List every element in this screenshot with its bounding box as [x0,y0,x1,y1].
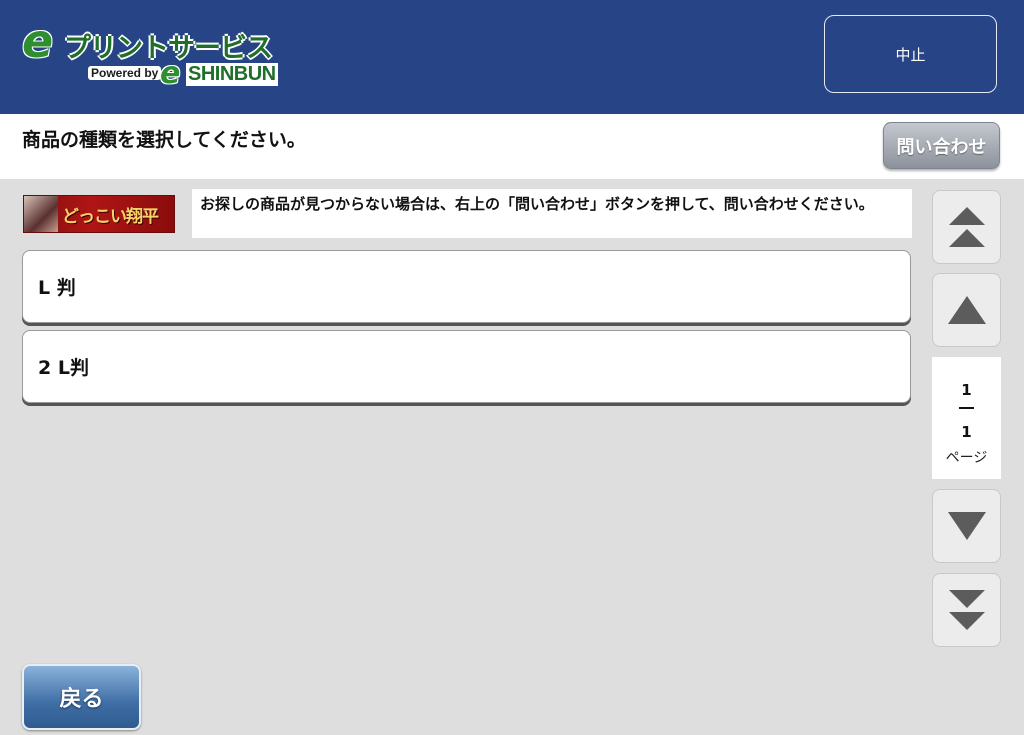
logo-e-mark-small: e [160,56,181,91]
page-divider [959,407,974,409]
page-indicator: 1 1 ページ [932,357,1001,479]
item-label: 2 L判 [38,357,89,379]
item-button-2l-size[interactable]: 2 L判 [22,330,911,403]
double-up-arrow-icon [948,207,985,247]
logo-brand: SHINBUN [186,63,278,86]
up-arrow-icon [947,296,986,324]
logo-e-mark: e [22,14,54,68]
instruction-bar: 商品の種類を選択してください。 問い合わせ [0,114,1024,179]
header: e プリントサービス Powered by e SHINBUN 中止 [0,0,1024,114]
cancel-button[interactable]: 中止 [824,15,997,93]
inquiry-button[interactable]: 問い合わせ [883,122,1000,169]
ad-banner[interactable]: どっこい翔平 [23,195,175,233]
double-down-arrow-icon [948,590,985,630]
logo-powered-by: Powered by [88,66,162,80]
item-label: L 判 [38,277,76,299]
current-page: 1 [961,381,972,399]
first-page-button[interactable] [932,190,1001,264]
down-arrow-icon [947,512,986,540]
page-unit: ページ [945,450,988,466]
notice-text: お探しの商品が見つからない場合は、右上の「問い合わせ」ボタンを押して、問い合わせ… [192,189,912,238]
banner-text: どっこい翔平 [62,207,159,227]
last-page-button[interactable] [932,573,1001,647]
eprint-service-logo: e プリントサービス Powered by e SHINBUN [22,14,284,94]
instruction-text: 商品の種類を選択してください。 [22,129,306,151]
back-button[interactable]: 戻る [22,664,141,730]
previous-page-button[interactable] [932,273,1001,347]
banner-photo [24,196,58,232]
total-pages: 1 [961,423,972,441]
next-page-button[interactable] [932,489,1001,563]
item-button-l-size[interactable]: L 判 [22,250,911,323]
